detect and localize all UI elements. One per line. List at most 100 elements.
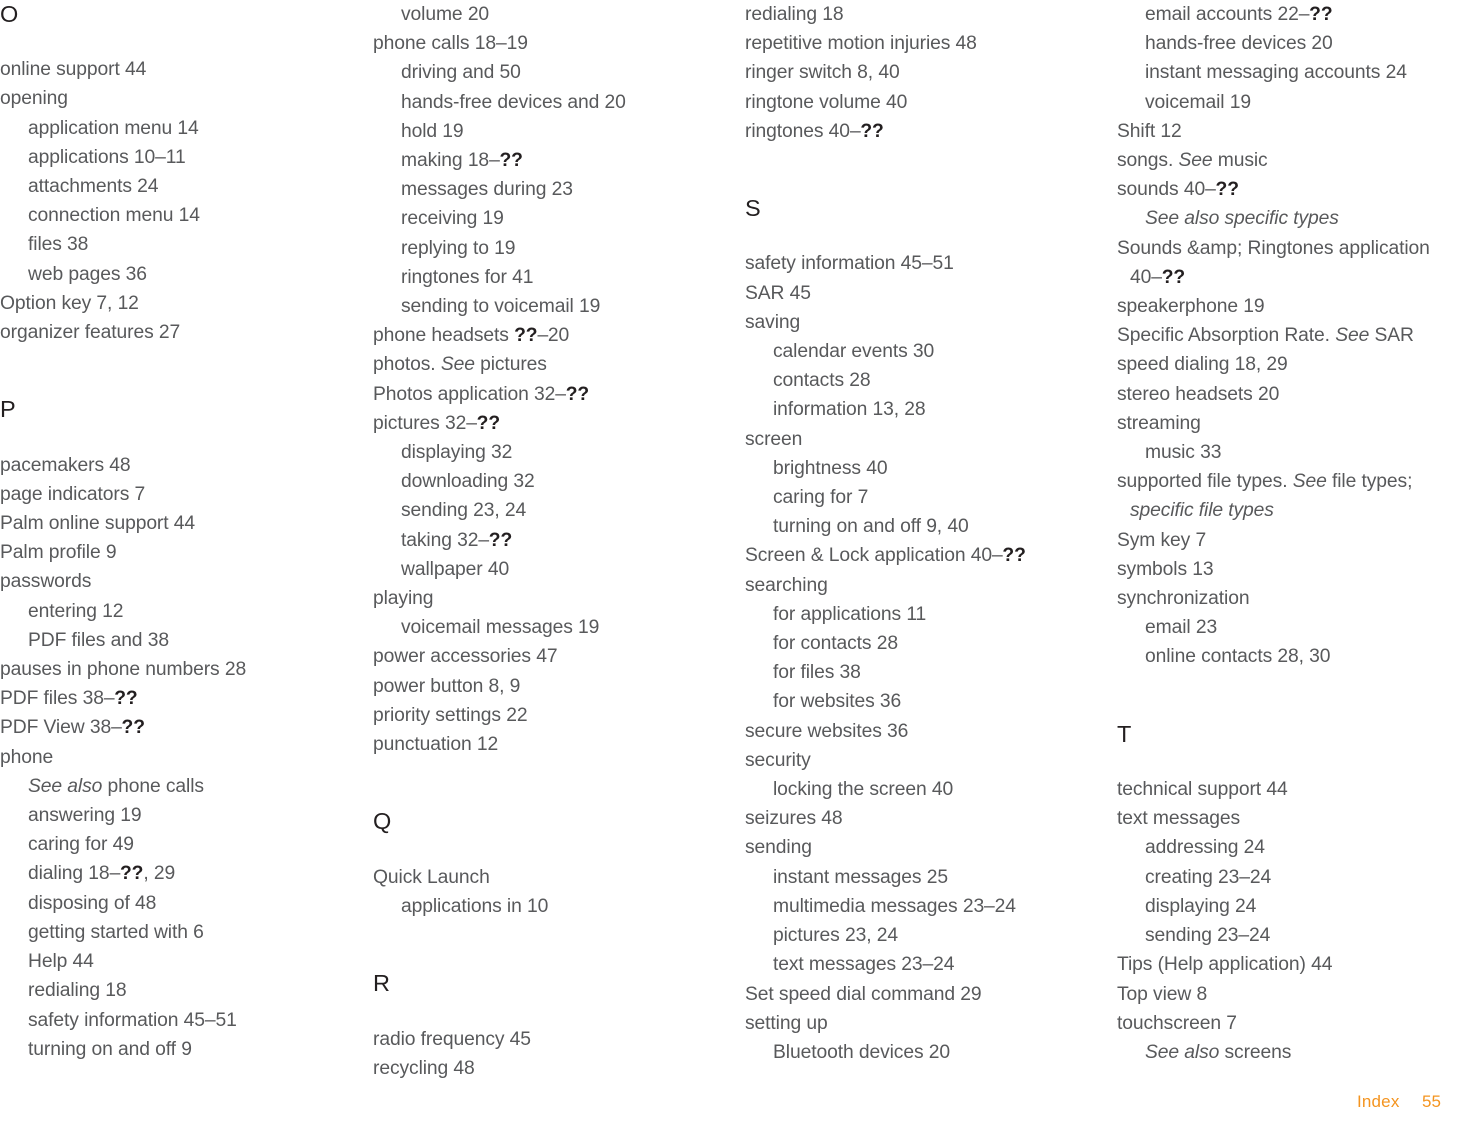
index-entry: redialing 18 xyxy=(745,4,844,25)
index-subentry: files 38 xyxy=(28,234,89,256)
index-entry-continuation: 40–?? xyxy=(1130,266,1186,288)
index-entry: Shift 12 xyxy=(1117,120,1182,142)
index-subentry: dialing 18–??, 29 xyxy=(28,863,176,885)
index-column-1: Oonline support 44 opening application men… xyxy=(0,0,355,1070)
index-entry: Sounds &amp; Ringtones application xyxy=(1117,237,1430,259)
index-entry: synchronization xyxy=(1117,588,1250,610)
index-subentry: making 18–?? xyxy=(401,150,523,172)
page-footer: Index 55 xyxy=(0,1092,1480,1121)
index-subentry: getting started with 6 xyxy=(28,921,204,943)
index-letter-heading: P xyxy=(0,396,16,423)
index-letter-heading: T xyxy=(1117,720,1132,747)
index-subentry: See also phone calls xyxy=(28,775,204,797)
index-subentry: See also screens xyxy=(1145,1041,1292,1063)
index-entry: Photos application 32–?? xyxy=(373,383,590,405)
index-entry: priority settings 22 xyxy=(373,704,528,726)
index-subentry: caring for 49 xyxy=(28,834,134,856)
index-entry: pacemakers 48 xyxy=(0,454,131,476)
index-subentry: for files 38 xyxy=(773,662,861,684)
index-entry: Tips (Help application) 44 xyxy=(1117,954,1333,976)
index-entry: opening xyxy=(0,88,68,110)
index-subentry: brightness 40 xyxy=(773,457,888,479)
index-subentry: PDF files and 38 xyxy=(28,629,169,651)
index-subentry: information 13, 28 xyxy=(773,399,926,421)
index-subentry: voicemail messages 19 xyxy=(401,617,600,639)
index-entry: sending xyxy=(745,837,812,859)
index-column-4: email accounts 22–?? hands-free devices 2… xyxy=(1117,0,1472,1070)
index-entry: symbols 13 xyxy=(1117,558,1214,580)
index-entry: page indicators 7 xyxy=(0,483,146,505)
index-subentry: calendar events 30 xyxy=(773,341,935,363)
index-subentry: messages during 23 xyxy=(401,179,573,201)
index-entry-continuation: specific file types xyxy=(1130,500,1274,522)
index-entry: radio frequency 45 xyxy=(373,1028,531,1050)
index-entry: security xyxy=(745,749,811,771)
index-subentry: answering 19 xyxy=(28,805,142,827)
index-entry: Top view 8 xyxy=(1117,983,1208,1005)
index-subentry: locking the screen 40 xyxy=(773,779,954,801)
index-subentry: for contacts 28 xyxy=(773,633,898,655)
index-subentry: text messages 23–24 xyxy=(773,954,955,976)
index-entry: sounds 40–?? xyxy=(1117,179,1239,201)
index-entry: Option key 7, 12 xyxy=(0,292,139,314)
index-subentry: Bluetooth devices 20 xyxy=(773,1041,951,1063)
index-subentry: hold 19 xyxy=(401,120,464,142)
index-entry: online support 44 xyxy=(0,59,147,81)
index-entry: playing xyxy=(373,588,434,610)
index-subentry: turning on and off 9 xyxy=(28,1038,192,1060)
index-entry: text messages xyxy=(1117,808,1241,830)
index-entry: Specific Absorption Rate. See SAR xyxy=(1117,325,1414,347)
index-entry: recycling 48 xyxy=(373,1057,475,1079)
index-subentry: sending 23, 24 xyxy=(401,500,527,522)
index-subentry: email accounts 22–?? xyxy=(1145,4,1333,25)
index-subentry: web pages 36 xyxy=(28,263,147,285)
index-subentry: online contacts 28, 30 xyxy=(1145,646,1331,668)
index-entry: ringtones 40–?? xyxy=(745,120,884,142)
index-entry: Quick Launch xyxy=(373,866,490,888)
index-entry: seizures 48 xyxy=(745,808,843,830)
index-subentry: pictures 23, 24 xyxy=(773,925,898,947)
index-entry: songs. See music xyxy=(1117,150,1268,172)
index-subentry: connection menu 14 xyxy=(28,205,200,227)
index-entry: phone headsets ??–20 xyxy=(373,325,570,347)
index-entry: supported file types. See file types; xyxy=(1117,471,1413,493)
index-entry: secure websites 36 xyxy=(745,720,909,742)
index-subentry: for websites 36 xyxy=(773,691,902,713)
index-subentry: application menu 14 xyxy=(28,117,199,139)
index-subentry: sending to voicemail 19 xyxy=(401,296,601,318)
index-subentry: sending 23–24 xyxy=(1145,925,1271,947)
index-subentry: for applications 11 xyxy=(773,603,927,625)
index-entry: saving xyxy=(745,311,801,333)
index-subentry: displaying 32 xyxy=(401,442,513,464)
footer-section-label: Index xyxy=(1356,1092,1400,1111)
index-entry: setting up xyxy=(745,1012,828,1034)
index-subentry: contacts 28 xyxy=(773,370,871,392)
index-subentry: applications 10–11 xyxy=(28,146,186,168)
index-subentry: creating 23–24 xyxy=(1145,866,1272,888)
index-entry: PDF files 38–?? xyxy=(0,688,138,710)
index-entry: speed dialing 18, 29 xyxy=(1117,354,1288,376)
index-subentry: downloading 32 xyxy=(401,471,535,493)
index-entry: photos. See pictures xyxy=(373,354,547,376)
index-letter-heading: O xyxy=(0,1,19,27)
index-entry: pauses in phone numbers 28 xyxy=(0,659,247,681)
index-subentry: hands-free devices 20 xyxy=(1145,33,1333,55)
index-entry: Sym key 7 xyxy=(1117,529,1207,551)
index-subentry: See also specific types xyxy=(1145,208,1339,230)
index-subentry: music 33 xyxy=(1145,442,1222,464)
index-subentry: hands-free devices and 20 xyxy=(401,91,626,113)
index-entry: SAR 45 xyxy=(745,282,811,304)
index-letter-heading: S xyxy=(745,195,761,222)
index-subentry: multimedia messages 23–24 xyxy=(773,895,1016,917)
index-entry: streaming xyxy=(1117,412,1201,434)
index-entry: safety information 45–51 xyxy=(745,253,954,275)
index-subentry: taking 32–?? xyxy=(401,529,513,551)
